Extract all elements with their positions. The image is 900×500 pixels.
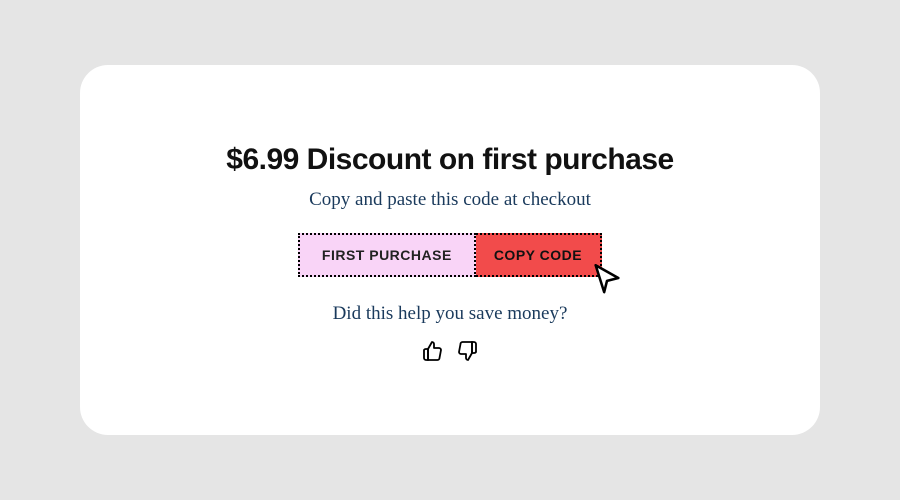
- promo-subtitle: Copy and paste this code at checkout: [309, 189, 591, 211]
- code-row: FIRST PURCHASE COPY CODE: [298, 233, 602, 277]
- cursor-icon: [590, 261, 624, 295]
- copy-code-button[interactable]: COPY CODE: [476, 233, 602, 277]
- promo-title: $6.99 Discount on first purchase: [226, 143, 673, 177]
- feedback-question: Did this help you save money?: [333, 303, 568, 325]
- thumbs-down-icon[interactable]: [455, 339, 479, 363]
- thumbs-up-icon[interactable]: [421, 339, 445, 363]
- feedback-thumbs: [421, 339, 479, 363]
- promo-card: $6.99 Discount on first purchase Copy an…: [80, 65, 820, 435]
- promo-code: FIRST PURCHASE: [298, 233, 476, 277]
